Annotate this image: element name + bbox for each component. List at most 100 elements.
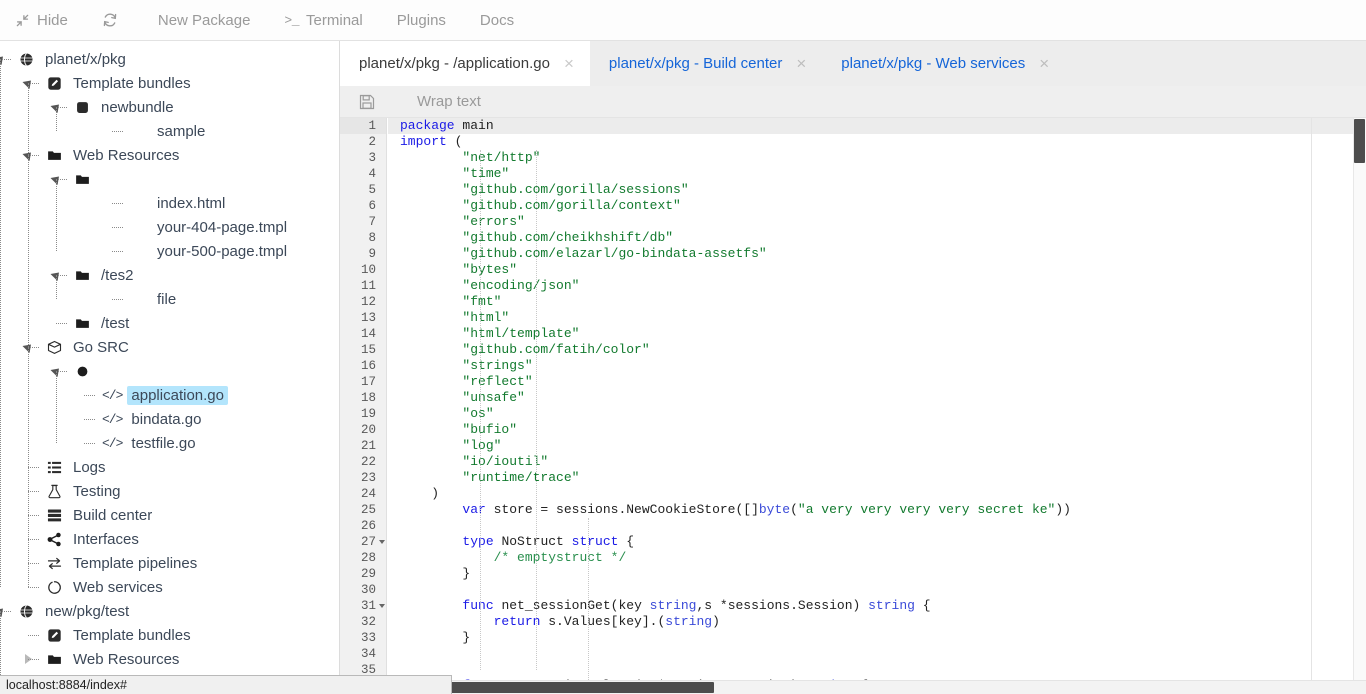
code-line[interactable]: "os" (388, 406, 1366, 422)
editor-vertical-scrollbar-thumb[interactable] (1354, 119, 1365, 163)
code-line[interactable]: "github.com/cheikhshift/db" (388, 230, 1366, 246)
code-line[interactable]: "github.com/gorilla/context" (388, 198, 1366, 214)
code-line[interactable]: "errors" (388, 214, 1366, 230)
tree-node-your-500-page-tmpl[interactable]: your-500-page.tmpl (0, 239, 340, 263)
editor-tab-1[interactable]: planet/x/pkg - Build center × (590, 41, 822, 86)
tree-node-interfaces[interactable]: Interfaces (0, 527, 340, 551)
plugins-button[interactable]: Plugins (397, 12, 446, 29)
code-line[interactable]: "github.com/fatih/color" (388, 342, 1366, 358)
line-number[interactable]: 31 (340, 598, 386, 614)
tree-node-planet-x-pkg[interactable]: planet/x/pkg (0, 47, 340, 71)
tree-node-template-pipelines[interactable]: Template pipelines (0, 551, 340, 575)
line-number[interactable]: 30 (340, 582, 386, 598)
code-editor[interactable]: 1 2 3 4 5 6 7 8 9 10 11 12 13 14 15 16 17 18 19 20 21 22 23 24 2… (340, 118, 1366, 688)
code-fold-icon[interactable] (379, 604, 385, 608)
line-number[interactable]: 17 (340, 374, 386, 390)
tree-node-go-src[interactable]: Go SRC (0, 335, 340, 359)
line-number[interactable]: 19 (340, 406, 386, 422)
line-number[interactable]: 12 (340, 294, 386, 310)
tree-node-template-bundles[interactable]: Template bundles (0, 71, 340, 95)
tree-node-template-bundles[interactable]: Template bundles (0, 623, 340, 647)
code-line[interactable]: "github.com/elazarl/go-bindata-assetfs" (388, 246, 1366, 262)
editor-tab-2[interactable]: planet/x/pkg - Web services × (822, 41, 1065, 86)
line-number[interactable]: 8 (340, 230, 386, 246)
hide-button[interactable]: Hide (14, 12, 68, 29)
line-number[interactable]: 27 (340, 534, 386, 550)
line-number[interactable]: 2 (340, 134, 386, 150)
code-line[interactable]: "time" (388, 166, 1366, 182)
editor-vertical-scrollbar-track[interactable] (1353, 118, 1366, 694)
code-line[interactable]: "bufio" (388, 422, 1366, 438)
close-icon[interactable]: × (564, 55, 574, 72)
close-icon[interactable]: × (796, 55, 806, 72)
tree-node-test[interactable]: /test (0, 311, 340, 335)
line-number[interactable]: 22 (340, 454, 386, 470)
save-icon[interactable] (358, 93, 376, 111)
new-package-button[interactable]: New Package (158, 12, 251, 29)
tree-node-item[interactable] (0, 359, 340, 383)
code-line[interactable]: var store = sessions.NewCookieStore([]by… (388, 502, 1366, 518)
close-icon[interactable]: × (1039, 55, 1049, 72)
line-number[interactable]: 28 (340, 550, 386, 566)
tree-node-newbundle[interactable]: newbundle (0, 95, 340, 119)
line-number[interactable]: 10 (340, 262, 386, 278)
code-line[interactable]: package main (388, 118, 1366, 134)
code-line[interactable]: } (388, 630, 1366, 646)
tree-node-build-center[interactable]: Build center (0, 503, 340, 527)
line-number[interactable]: 16 (340, 358, 386, 374)
code-line[interactable]: "io/ioutil" (388, 454, 1366, 470)
tree-node-web-resources[interactable]: Web Resources (0, 143, 340, 167)
refresh-button[interactable] (102, 12, 118, 28)
line-number[interactable]: 6 (340, 198, 386, 214)
line-number[interactable]: 11 (340, 278, 386, 294)
project-tree-sidebar[interactable]: planet/x/pkg Template bundles newbundle sam… (0, 41, 340, 675)
code-line[interactable]: "reflect" (388, 374, 1366, 390)
line-number[interactable]: 15 (340, 342, 386, 358)
line-number[interactable]: 20 (340, 422, 386, 438)
tree-node-web-resources[interactable]: Web Resources (0, 647, 340, 671)
editor-tab-0[interactable]: planet/x/pkg - /application.go × (340, 41, 590, 86)
line-number[interactable]: 33 (340, 630, 386, 646)
code-line[interactable]: "strings" (388, 358, 1366, 374)
tree-node-testfile-go[interactable]: </> testfile.go (0, 431, 340, 455)
code-line[interactable]: "unsafe" (388, 390, 1366, 406)
line-number[interactable]: 26 (340, 518, 386, 534)
line-number[interactable]: 5 (340, 182, 386, 198)
code-line[interactable]: "fmt" (388, 294, 1366, 310)
code-line[interactable]: func net_sessionGet(key string,s *sessio… (388, 598, 1366, 614)
code-line[interactable] (388, 662, 1366, 678)
docs-button[interactable]: Docs (480, 12, 514, 29)
code-line[interactable]: "encoding/json" (388, 278, 1366, 294)
code-line[interactable]: ) (388, 486, 1366, 502)
code-line[interactable]: type NoStruct struct { (388, 534, 1366, 550)
line-number-gutter[interactable]: 1 2 3 4 5 6 7 8 9 10 11 12 13 14 15 16 17 18 19 20 21 22 23 24 2… (340, 118, 387, 688)
line-number[interactable]: 14 (340, 326, 386, 342)
code-line[interactable]: "net/http" (388, 150, 1366, 166)
tree-node-item[interactable] (0, 167, 340, 191)
line-number[interactable]: 29 (340, 566, 386, 582)
line-number[interactable]: 18 (340, 390, 386, 406)
tree-node-web-services[interactable]: Web services (0, 575, 340, 599)
tree-node-your-404-page-tmpl[interactable]: your-404-page.tmpl (0, 215, 340, 239)
line-number[interactable]: 1 (340, 118, 386, 134)
line-number[interactable]: 25 (340, 502, 386, 518)
tree-node-new-pkg-test[interactable]: new/pkg/test (0, 599, 340, 623)
code-line[interactable]: return s.Values[key].(string) (388, 614, 1366, 630)
code-content[interactable]: package main import ( "net/http" "time" "… (388, 118, 1366, 688)
code-line[interactable]: "html/template" (388, 326, 1366, 342)
tree-node-application-go[interactable]: </> application.go (0, 383, 340, 407)
code-line[interactable] (388, 646, 1366, 662)
code-line[interactable]: import ( (388, 134, 1366, 150)
code-line[interactable]: "runtime/trace" (388, 470, 1366, 486)
line-number[interactable]: 13 (340, 310, 386, 326)
line-number[interactable]: 34 (340, 646, 386, 662)
tree-node-logs[interactable]: Logs (0, 455, 340, 479)
line-number[interactable]: 32 (340, 614, 386, 630)
code-line[interactable]: "bytes" (388, 262, 1366, 278)
code-line[interactable]: "github.com/gorilla/sessions" (388, 182, 1366, 198)
code-line[interactable] (388, 518, 1366, 534)
line-number[interactable]: 4 (340, 166, 386, 182)
code-line[interactable]: "log" (388, 438, 1366, 454)
code-line[interactable]: "html" (388, 310, 1366, 326)
terminal-button[interactable]: >_ Terminal (284, 12, 362, 29)
